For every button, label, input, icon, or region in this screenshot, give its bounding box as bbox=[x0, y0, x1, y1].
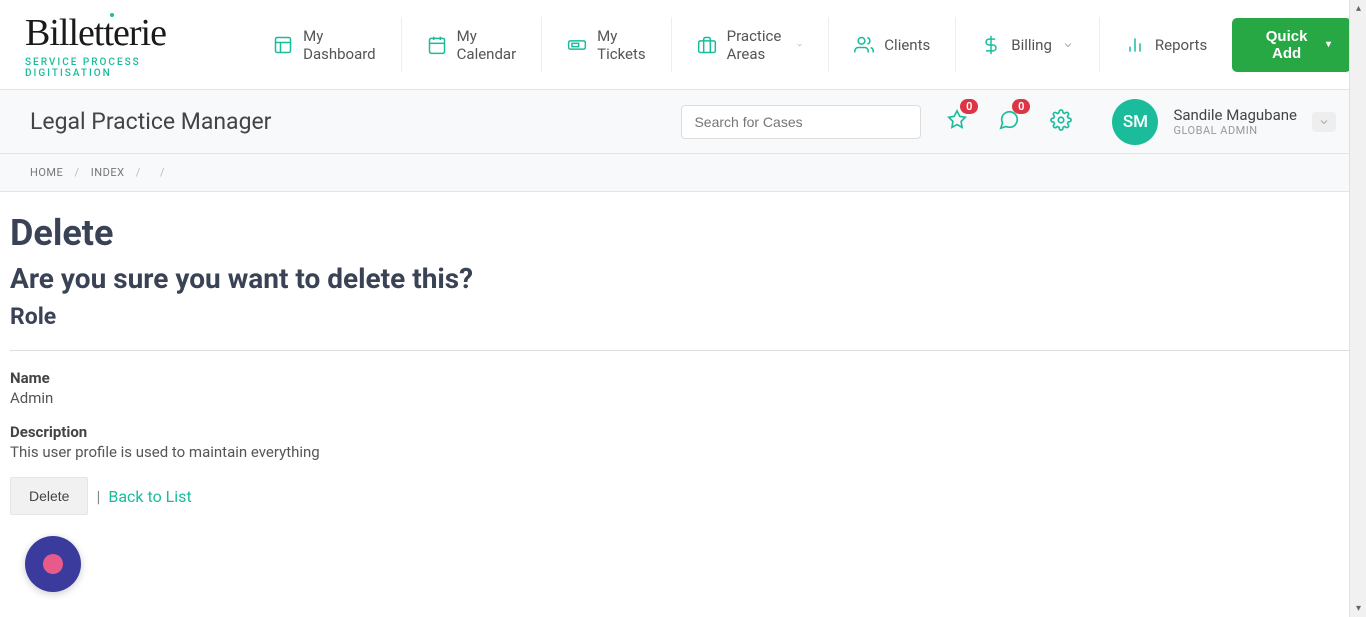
search-input[interactable] bbox=[681, 105, 921, 139]
nav-tickets[interactable]: My Tickets bbox=[541, 17, 671, 72]
user-role: GLOBAL ADMIN bbox=[1173, 124, 1297, 137]
delete-button[interactable]: Delete bbox=[10, 477, 88, 515]
ticket-icon bbox=[567, 35, 587, 55]
breadcrumb-sep: / bbox=[160, 166, 165, 179]
heading-entity: Role bbox=[10, 303, 1356, 330]
quick-add-button[interactable]: Quick Add ▾ bbox=[1232, 18, 1351, 72]
dollar-icon bbox=[981, 35, 1001, 55]
breadcrumb-index[interactable]: INDEX bbox=[91, 166, 125, 179]
description-label: Description bbox=[10, 423, 1356, 441]
description-value: This user profile is used to maintain ev… bbox=[10, 443, 1356, 461]
caret-down-icon: ▾ bbox=[1326, 39, 1331, 50]
pinned-button[interactable]: 0 bbox=[946, 109, 968, 135]
scroll-down-button[interactable]: ▾ bbox=[1350, 600, 1366, 617]
nav-items: My Dashboard My Calendar My Tickets Prac… bbox=[248, 17, 1232, 72]
nav-label: Billing bbox=[1011, 36, 1052, 54]
gear-icon bbox=[1050, 109, 1072, 131]
logo-text: Billetterie bbox=[25, 11, 218, 55]
secondary-bar: Legal Practice Manager 0 0 SM Sandile Ma… bbox=[0, 90, 1366, 154]
heading-confirm: Are you sure you want to delete this? bbox=[10, 262, 1356, 295]
nav-clients[interactable]: Clients bbox=[828, 17, 955, 72]
divider bbox=[10, 350, 1356, 351]
name-value: Admin bbox=[10, 389, 1356, 407]
chart-icon bbox=[1125, 35, 1145, 55]
chevron-down-icon bbox=[1318, 116, 1330, 128]
record-icon bbox=[43, 554, 63, 574]
nav-label: My Dashboard bbox=[303, 27, 376, 63]
logo-tagline: SERVICE PROCESS DIGITISATION bbox=[25, 57, 218, 79]
page-title: Legal Practice Manager bbox=[30, 108, 681, 135]
breadcrumb-home[interactable]: HOME bbox=[30, 166, 63, 179]
quick-add-label: Quick Add bbox=[1252, 28, 1321, 62]
separator: | bbox=[96, 487, 100, 506]
user-menu-toggle[interactable] bbox=[1312, 112, 1336, 132]
nav-reports[interactable]: Reports bbox=[1099, 17, 1232, 72]
logo[interactable]: Billetterie SERVICE PROCESS DIGITISATION bbox=[15, 11, 218, 79]
name-label: Name bbox=[10, 369, 1356, 387]
pin-badge: 0 bbox=[960, 99, 978, 114]
nav-dashboard[interactable]: My Dashboard bbox=[248, 17, 401, 72]
heading-delete: Delete bbox=[10, 212, 1356, 254]
calendar-icon bbox=[427, 35, 447, 55]
grid-icon bbox=[273, 35, 293, 55]
nav-calendar[interactable]: My Calendar bbox=[401, 17, 542, 72]
users-icon bbox=[854, 35, 874, 55]
breadcrumb-sep: / bbox=[75, 166, 80, 179]
user-name: Sandile Magubane bbox=[1173, 106, 1297, 124]
nav-label: My Tickets bbox=[597, 27, 646, 63]
user-info: Sandile Magubane GLOBAL ADMIN bbox=[1173, 106, 1297, 137]
chevron-down-icon bbox=[796, 39, 803, 51]
nav-label: Practice Areas bbox=[727, 27, 786, 63]
avatar[interactable]: SM bbox=[1112, 99, 1158, 145]
header-icons: 0 0 bbox=[946, 109, 1072, 135]
settings-button[interactable] bbox=[1050, 109, 1072, 135]
breadcrumb-sep: / bbox=[136, 166, 141, 179]
record-fab[interactable] bbox=[25, 536, 81, 592]
nav-label: Clients bbox=[884, 36, 930, 54]
message-badge: 0 bbox=[1012, 99, 1030, 114]
user-area: SM Sandile Magubane GLOBAL ADMIN bbox=[1112, 99, 1336, 145]
nav-label: My Calendar bbox=[457, 27, 517, 63]
top-nav: Billetterie SERVICE PROCESS DIGITISATION… bbox=[0, 0, 1366, 90]
nav-billing[interactable]: Billing bbox=[955, 17, 1099, 72]
scroll-up-button[interactable]: ▴ bbox=[1350, 0, 1366, 17]
breadcrumb: HOME / INDEX / / bbox=[0, 154, 1366, 192]
actions: Delete | Back to List bbox=[10, 477, 1356, 515]
messages-button[interactable]: 0 bbox=[998, 109, 1020, 135]
nav-practice-areas[interactable]: Practice Areas bbox=[671, 17, 829, 72]
scrollbar[interactable]: ▴ ▾ bbox=[1349, 0, 1366, 617]
back-to-list-link[interactable]: Back to List bbox=[108, 487, 191, 506]
nav-label: Reports bbox=[1155, 36, 1207, 54]
content: Delete Are you sure you want to delete t… bbox=[0, 192, 1366, 515]
briefcase-icon bbox=[697, 35, 717, 55]
chevron-down-icon bbox=[1062, 39, 1074, 51]
